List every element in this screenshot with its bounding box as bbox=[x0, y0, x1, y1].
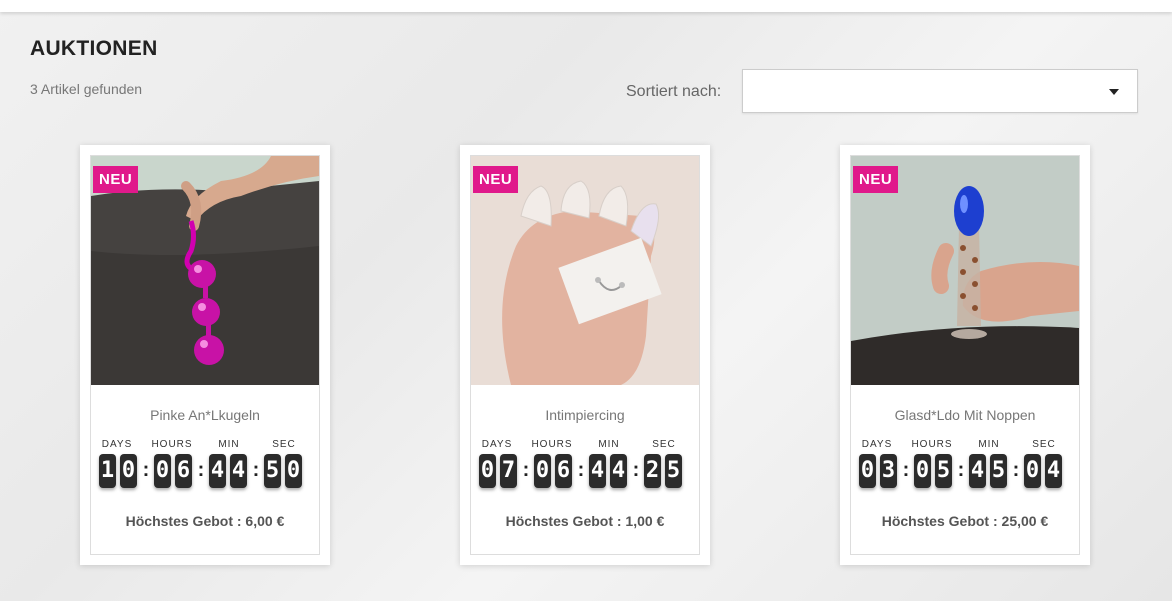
top-header-bar bbox=[0, 0, 1172, 12]
countdown-digit: 7 bbox=[500, 454, 517, 488]
countdown-separator: : bbox=[522, 459, 530, 481]
countdown-sec-label: SEC bbox=[272, 439, 296, 450]
product-image[interactable]: NEU bbox=[471, 156, 699, 385]
countdown-digit: 4 bbox=[969, 454, 986, 488]
countdown-days-label: DAYS bbox=[101, 439, 133, 450]
countdown-digit: 0 bbox=[479, 454, 496, 488]
countdown-digit: 4 bbox=[230, 454, 247, 488]
countdown-timer: DAYS HOURS MIN SEC 0 3 : 0 5 : 4 5 : 0 4 bbox=[858, 439, 1072, 494]
page-title: AUKTIONEN bbox=[30, 37, 158, 60]
countdown-min-label: MIN bbox=[218, 439, 240, 450]
countdown-separator: : bbox=[632, 459, 640, 481]
product-name[interactable]: Pinke An*Lkugeln bbox=[91, 407, 319, 423]
countdown-min-label: MIN bbox=[978, 439, 1000, 450]
countdown-digit: 4 bbox=[610, 454, 627, 488]
countdown-digit: 5 bbox=[935, 454, 952, 488]
countdown-digit: 3 bbox=[880, 454, 897, 488]
countdown-digit: 0 bbox=[285, 454, 302, 488]
countdown-digit: 0 bbox=[120, 454, 137, 488]
auction-card-inner: NEU Glasd*Ldo Mit Noppen DAYS HOURS MIN … bbox=[850, 155, 1080, 555]
sort-select[interactable] bbox=[742, 69, 1138, 113]
countdown-digit: 4 bbox=[1045, 454, 1062, 488]
countdown-hours-label: HOURS bbox=[151, 439, 193, 450]
countdown-digit: 0 bbox=[534, 454, 551, 488]
auction-card[interactable]: NEU Intimpiercing DAYS HOURS MIN SEC 0 7… bbox=[460, 145, 710, 565]
countdown-digit: 2 bbox=[644, 454, 661, 488]
countdown-digit: 5 bbox=[264, 454, 281, 488]
countdown-digit: 5 bbox=[665, 454, 682, 488]
new-badge: NEU bbox=[93, 166, 139, 193]
countdown-sec-label: SEC bbox=[1032, 439, 1056, 450]
auction-card[interactable]: NEU Glasd*Ldo Mit Noppen DAYS HOURS MIN … bbox=[840, 145, 1090, 565]
product-image[interactable]: NEU bbox=[91, 156, 319, 385]
countdown-separator: : bbox=[957, 459, 965, 481]
results-count: 3 Artikel gefunden bbox=[30, 81, 143, 97]
highest-bid: Höchstes Gebot : 6,00 € bbox=[125, 513, 285, 529]
highest-bid: Höchstes Gebot : 1,00 € bbox=[505, 513, 665, 529]
countdown-sec-label: SEC bbox=[652, 439, 676, 450]
new-badge: NEU bbox=[473, 166, 519, 193]
countdown-digit: 0 bbox=[914, 454, 931, 488]
countdown-min-label: MIN bbox=[598, 439, 620, 450]
countdown-days-label: DAYS bbox=[481, 439, 513, 450]
countdown-separator: : bbox=[197, 459, 205, 481]
highest-bid: Höchstes Gebot : 25,00 € bbox=[881, 513, 1049, 529]
sort-label: Sortiert nach: bbox=[626, 83, 722, 100]
countdown-digit: 4 bbox=[209, 454, 226, 488]
countdown-digit: 5 bbox=[990, 454, 1007, 488]
countdown-digit: 4 bbox=[589, 454, 606, 488]
countdown-digit: 6 bbox=[175, 454, 192, 488]
product-name[interactable]: Glasd*Ldo Mit Noppen bbox=[851, 407, 1079, 423]
auction-card-inner: NEU Pinke An*Lkugeln DAYS HOURS MIN SEC … bbox=[90, 155, 320, 555]
product-name[interactable]: Intimpiercing bbox=[471, 407, 699, 423]
chevron-down-icon[interactable] bbox=[1109, 89, 1119, 95]
countdown-separator: : bbox=[252, 459, 260, 481]
countdown-separator: : bbox=[902, 459, 910, 481]
auction-card-inner: NEU Intimpiercing DAYS HOURS MIN SEC 0 7… bbox=[470, 155, 700, 555]
countdown-days-label: DAYS bbox=[861, 439, 893, 450]
countdown-digit: 0 bbox=[859, 454, 876, 488]
countdown-timer: DAYS HOURS MIN SEC 1 0 : 0 6 : 4 4 : 5 0 bbox=[98, 439, 312, 494]
countdown-digit: 6 bbox=[555, 454, 572, 488]
countdown-separator: : bbox=[577, 459, 585, 481]
new-badge: NEU bbox=[853, 166, 899, 193]
product-image[interactable]: NEU bbox=[851, 156, 1079, 385]
countdown-hours-label: HOURS bbox=[911, 439, 953, 450]
countdown-digit: 0 bbox=[1024, 454, 1041, 488]
countdown-separator: : bbox=[142, 459, 150, 481]
countdown-digit: 0 bbox=[154, 454, 171, 488]
auction-card[interactable]: NEU Pinke An*Lkugeln DAYS HOURS MIN SEC … bbox=[80, 145, 330, 565]
countdown-hours-label: HOURS bbox=[531, 439, 573, 450]
countdown-digit: 1 bbox=[99, 454, 116, 488]
countdown-separator: : bbox=[1012, 459, 1020, 481]
countdown-timer: DAYS HOURS MIN SEC 0 7 : 0 6 : 4 4 : 2 5 bbox=[478, 439, 692, 494]
